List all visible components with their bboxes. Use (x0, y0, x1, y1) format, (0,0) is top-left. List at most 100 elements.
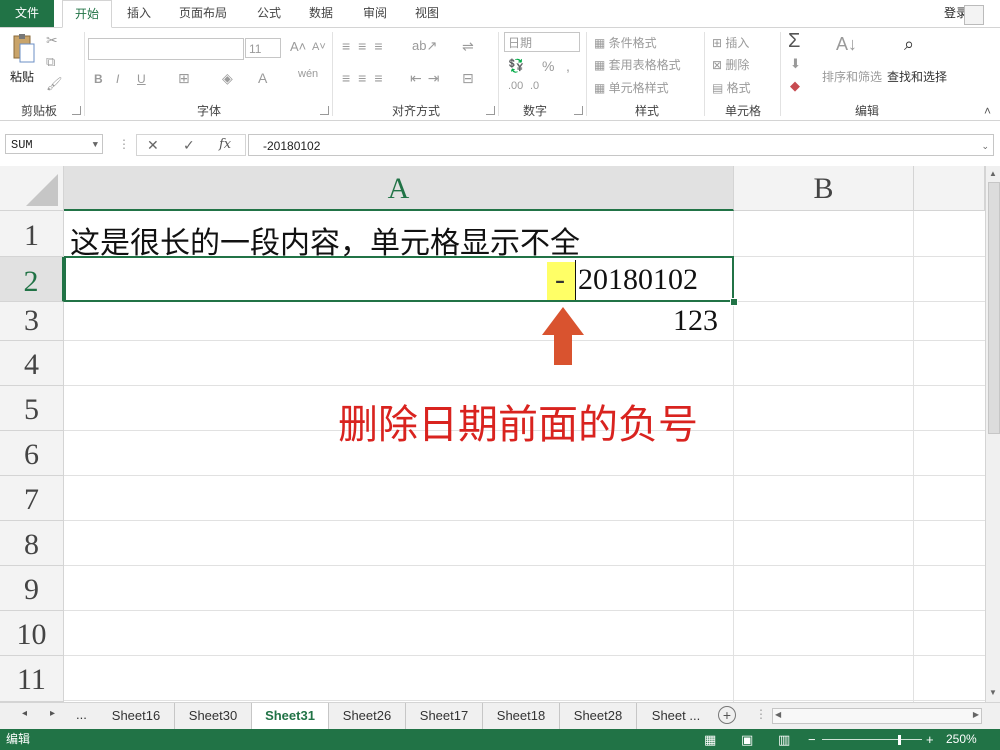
find-select-icon[interactable]: ⌕ (904, 34, 914, 55)
collapse-ribbon-icon[interactable]: ˄ (984, 104, 991, 118)
scroll-right-icon[interactable]: ▶ (973, 710, 979, 719)
font-size-select[interactable]: 11 (245, 38, 281, 58)
underline-icon[interactable]: U (137, 72, 146, 86)
number-launcher-icon[interactable] (574, 106, 583, 115)
avatar[interactable] (964, 5, 984, 25)
alignment-launcher-icon[interactable] (486, 106, 495, 115)
format-as-table-button[interactable]: ▦ 套用表格格式 (594, 56, 681, 73)
scroll-left-icon[interactable]: ◀ (775, 710, 781, 719)
column-header-a[interactable]: A (64, 166, 734, 211)
page-layout-view-icon[interactable]: ▣ (741, 729, 753, 750)
shrink-font-icon[interactable]: A˅ (312, 41, 326, 53)
format-cells-button[interactable]: ▤ 格式 (712, 79, 751, 96)
row-header-8[interactable]: 8 (0, 521, 64, 566)
tab-formulas[interactable]: 公式 (246, 0, 292, 27)
horizontal-scrollbar[interactable]: ◀ ▶ (772, 708, 982, 724)
column-header-c[interactable] (914, 166, 985, 211)
copy-icon[interactable]: ⧉ (46, 54, 55, 70)
fill-handle[interactable] (730, 298, 738, 306)
wrap-text-icon[interactable]: ⇌ (462, 38, 474, 55)
normal-view-icon[interactable]: ▦ (704, 729, 716, 750)
more-sheets-button[interactable]: ... (76, 707, 87, 722)
zoom-slider-thumb[interactable] (898, 735, 901, 745)
row-header-2[interactable]: 2 (0, 257, 64, 302)
zoom-in-icon[interactable]: + (926, 729, 934, 750)
zoom-out-icon[interactable]: − (808, 729, 816, 750)
format-painter-icon[interactable]: 🖌 (46, 76, 63, 92)
font-name-select[interactable] (88, 38, 244, 60)
scroll-up-icon[interactable]: ▲ (989, 169, 997, 178)
zoom-level[interactable]: 250% (946, 729, 977, 750)
column-header-b[interactable]: B (734, 166, 914, 211)
decrease-decimal-icon[interactable]: .0 (530, 80, 539, 92)
tab-page-layout[interactable]: 页面布局 (170, 0, 236, 27)
italic-icon[interactable]: I (116, 72, 119, 86)
increase-decimal-icon[interactable]: .00 (508, 80, 523, 92)
row-header-3[interactable]: 3 (0, 302, 64, 341)
tab-view[interactable]: 视图 (404, 0, 450, 27)
name-box[interactable]: SUM ▼ (5, 134, 103, 154)
tab-insert[interactable]: 插入 (116, 0, 162, 27)
sheet-tab[interactable]: Sheet ... (637, 703, 715, 729)
cut-icon[interactable]: ✂ (46, 32, 58, 49)
grow-font-icon[interactable]: A˄ (290, 39, 306, 54)
paste-icon[interactable] (10, 34, 36, 64)
row-header-10[interactable]: 10 (0, 611, 64, 656)
cancel-icon[interactable]: ✕ (147, 137, 159, 154)
conditional-format-button[interactable]: ▦ 条件格式 (594, 34, 657, 51)
vertical-scrollbar[interactable]: ▲ ▼ (985, 166, 1000, 702)
chevron-down-icon[interactable]: ▼ (93, 135, 98, 155)
number-format-select[interactable]: 日期 (504, 32, 580, 52)
row-header-5[interactable]: 5 (0, 386, 64, 431)
vertical-align-icons[interactable]: ≡≡≡ (342, 38, 391, 54)
merge-center-icon[interactable]: ⊟ (462, 70, 474, 87)
comma-icon[interactable]: , (566, 58, 570, 74)
fill-color-icon[interactable]: ◈ (222, 70, 233, 87)
clipboard-launcher-icon[interactable] (72, 106, 81, 115)
tab-home[interactable]: 开始 (62, 0, 112, 28)
sort-filter-icon[interactable]: A↓ (836, 34, 857, 55)
border-icon[interactable]: ⊞ (178, 70, 190, 87)
row-header-4[interactable]: 4 (0, 341, 64, 386)
percent-icon[interactable]: % (542, 58, 554, 74)
tab-data[interactable]: 数据 (298, 0, 344, 27)
row-header-7[interactable]: 7 (0, 476, 64, 521)
phonetic-icon[interactable]: wén (298, 68, 318, 80)
sheet-tab-active[interactable]: Sheet31 (252, 703, 329, 731)
delete-cells-button[interactable]: ⊠ 删除 (712, 56, 749, 73)
row-header-6[interactable]: 6 (0, 431, 64, 476)
autosum-icon[interactable]: Σ (788, 30, 800, 53)
zoom-slider[interactable] (822, 739, 922, 740)
cell-styles-button[interactable]: ▦ 单元格样式 (594, 79, 669, 96)
indent-icons[interactable]: ⇤⇥ (410, 70, 445, 87)
new-sheet-icon[interactable]: + (718, 706, 736, 724)
row-header-9[interactable]: 9 (0, 566, 64, 611)
font-launcher-icon[interactable] (320, 106, 329, 115)
currency-icon[interactable]: 💱 (508, 58, 524, 74)
orientation-icon[interactable]: ab↗ (412, 38, 437, 54)
sheet-tab[interactable]: Sheet26 (329, 703, 406, 729)
prev-sheet-icon[interactable]: ◂ (22, 708, 27, 719)
row-header-1[interactable]: 1 (0, 211, 64, 257)
sheet-tab[interactable]: Sheet28 (560, 703, 637, 729)
file-tab[interactable]: 文件 (0, 0, 54, 27)
fill-icon[interactable]: ⬇ (790, 56, 801, 72)
select-all-corner[interactable] (0, 166, 64, 211)
clear-icon[interactable]: ◆ (790, 78, 800, 94)
find-select-label[interactable]: 查找和选择 (887, 68, 947, 85)
sheet-tab[interactable]: Sheet18 (483, 703, 560, 729)
tab-review[interactable]: 审阅 (352, 0, 398, 27)
formula-input[interactable]: -20180102 ⌄ (248, 134, 994, 156)
page-break-view-icon[interactable]: ▥ (778, 729, 790, 750)
enter-icon[interactable]: ✓ (183, 137, 195, 154)
insert-cells-button[interactable]: ⊞ 插入 (712, 34, 749, 51)
insert-function-icon[interactable]: fx (219, 137, 231, 152)
sheet-tab[interactable]: Sheet17 (406, 703, 483, 729)
expand-formula-icon[interactable]: ⌄ (981, 135, 989, 157)
font-color-icon[interactable]: A (258, 70, 267, 86)
next-sheet-icon[interactable]: ▸ (50, 708, 55, 719)
horizontal-align-icons[interactable]: ≡≡≡ (342, 70, 391, 86)
row-header-11[interactable]: 11 (0, 656, 64, 702)
sheet-tab[interactable]: Sheet30 (175, 703, 252, 729)
bold-icon[interactable]: B (94, 72, 103, 86)
